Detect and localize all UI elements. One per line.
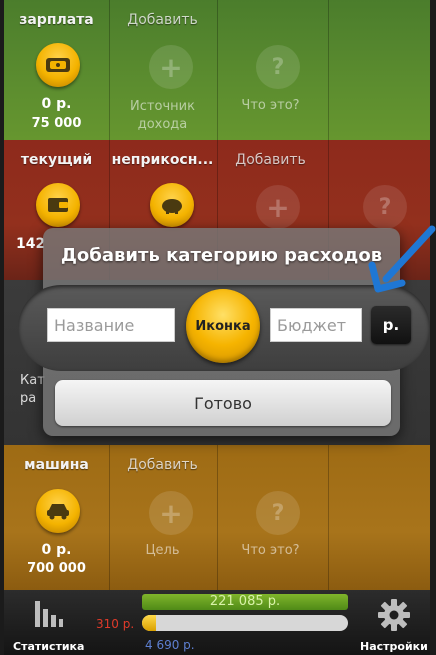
bar-chart-icon — [35, 601, 63, 627]
cell-title: Добавить — [127, 12, 198, 28]
income-add-caption: Источник дохода — [130, 99, 195, 132]
partial-line: ра — [20, 391, 37, 406]
settings-label: Настройки — [360, 640, 428, 653]
income-section: зарплата 0 р. 75 000 Добавить + Источник… — [4, 0, 430, 140]
goal-help-caption: Что это? — [241, 543, 300, 558]
goal-cell-add[interactable]: Добавить + Цель — [110, 445, 215, 590]
cell-title: Добавить — [127, 457, 198, 473]
category-name-input[interactable] — [47, 308, 175, 342]
income-help-caption: Что это? — [241, 98, 300, 113]
choose-icon-label: Иконка — [195, 318, 251, 334]
currency-label: р. — [382, 316, 400, 334]
income-budget: 75 000 — [31, 116, 82, 131]
wallet-icon — [36, 183, 80, 227]
cell-title: текущий — [20, 152, 93, 168]
currency-button[interactable]: р. — [371, 306, 411, 344]
total-balance-bar: 221 085 р. — [142, 594, 348, 610]
wallet-icon — [36, 43, 80, 87]
column-divider — [328, 445, 329, 590]
income-amount: 0 р. — [41, 96, 72, 112]
cell-title: зарплата — [19, 12, 94, 28]
choose-icon-button[interactable]: Иконка — [186, 289, 260, 363]
plus-icon: + — [149, 491, 193, 535]
gear-icon — [378, 599, 410, 631]
goal-cell-car[interactable]: машина 0 р. 700 000 — [4, 445, 109, 590]
settings-button[interactable] — [377, 598, 411, 636]
income-cell-add[interactable]: Добавить + Источник дохода — [110, 0, 215, 140]
done-label: Готово — [194, 393, 252, 413]
expenses-partial-text: Кат ра — [20, 372, 45, 408]
plus-icon: + — [256, 185, 300, 229]
goal-add-caption: Цель — [145, 543, 180, 558]
goals-section: машина 0 р. 700 000 Добавить + Цель ? Чт… — [4, 445, 430, 590]
overspend-amount: 310 р. — [96, 617, 135, 631]
question-icon: ? — [363, 185, 407, 229]
cell-title: машина — [24, 457, 89, 473]
partial-line: Кат — [20, 373, 45, 388]
question-icon: ? — [256, 45, 300, 89]
car-icon — [36, 489, 80, 533]
cell-title: Добавить — [235, 152, 306, 168]
dialog-title: Добавить категорию расходов — [60, 245, 383, 266]
spent-amount: 4 690 р. — [145, 638, 195, 652]
spent-progress-bar — [142, 615, 348, 631]
goal-cell-help[interactable]: ? Что это? — [218, 445, 323, 590]
done-button[interactable]: Готово — [55, 380, 391, 426]
question-icon: ? — [256, 491, 300, 535]
statistics-label: Статистика — [13, 640, 85, 653]
column-divider — [328, 0, 329, 140]
income-cell-salary[interactable]: зарплата 0 р. 75 000 — [4, 0, 109, 140]
piggy-bank-icon — [150, 183, 194, 227]
goal-amount: 0 р. — [41, 542, 72, 558]
budget-input[interactable] — [270, 308, 362, 342]
income-cell-help[interactable]: ? Что это? — [218, 0, 323, 140]
statistics-button[interactable] — [32, 597, 66, 633]
spent-progress-fill — [142, 615, 156, 631]
goal-budget: 700 000 — [27, 561, 86, 576]
arrow-annotation-icon — [368, 225, 436, 293]
cell-title: неприкосн... — [111, 152, 214, 168]
plus-icon: + — [149, 45, 193, 89]
